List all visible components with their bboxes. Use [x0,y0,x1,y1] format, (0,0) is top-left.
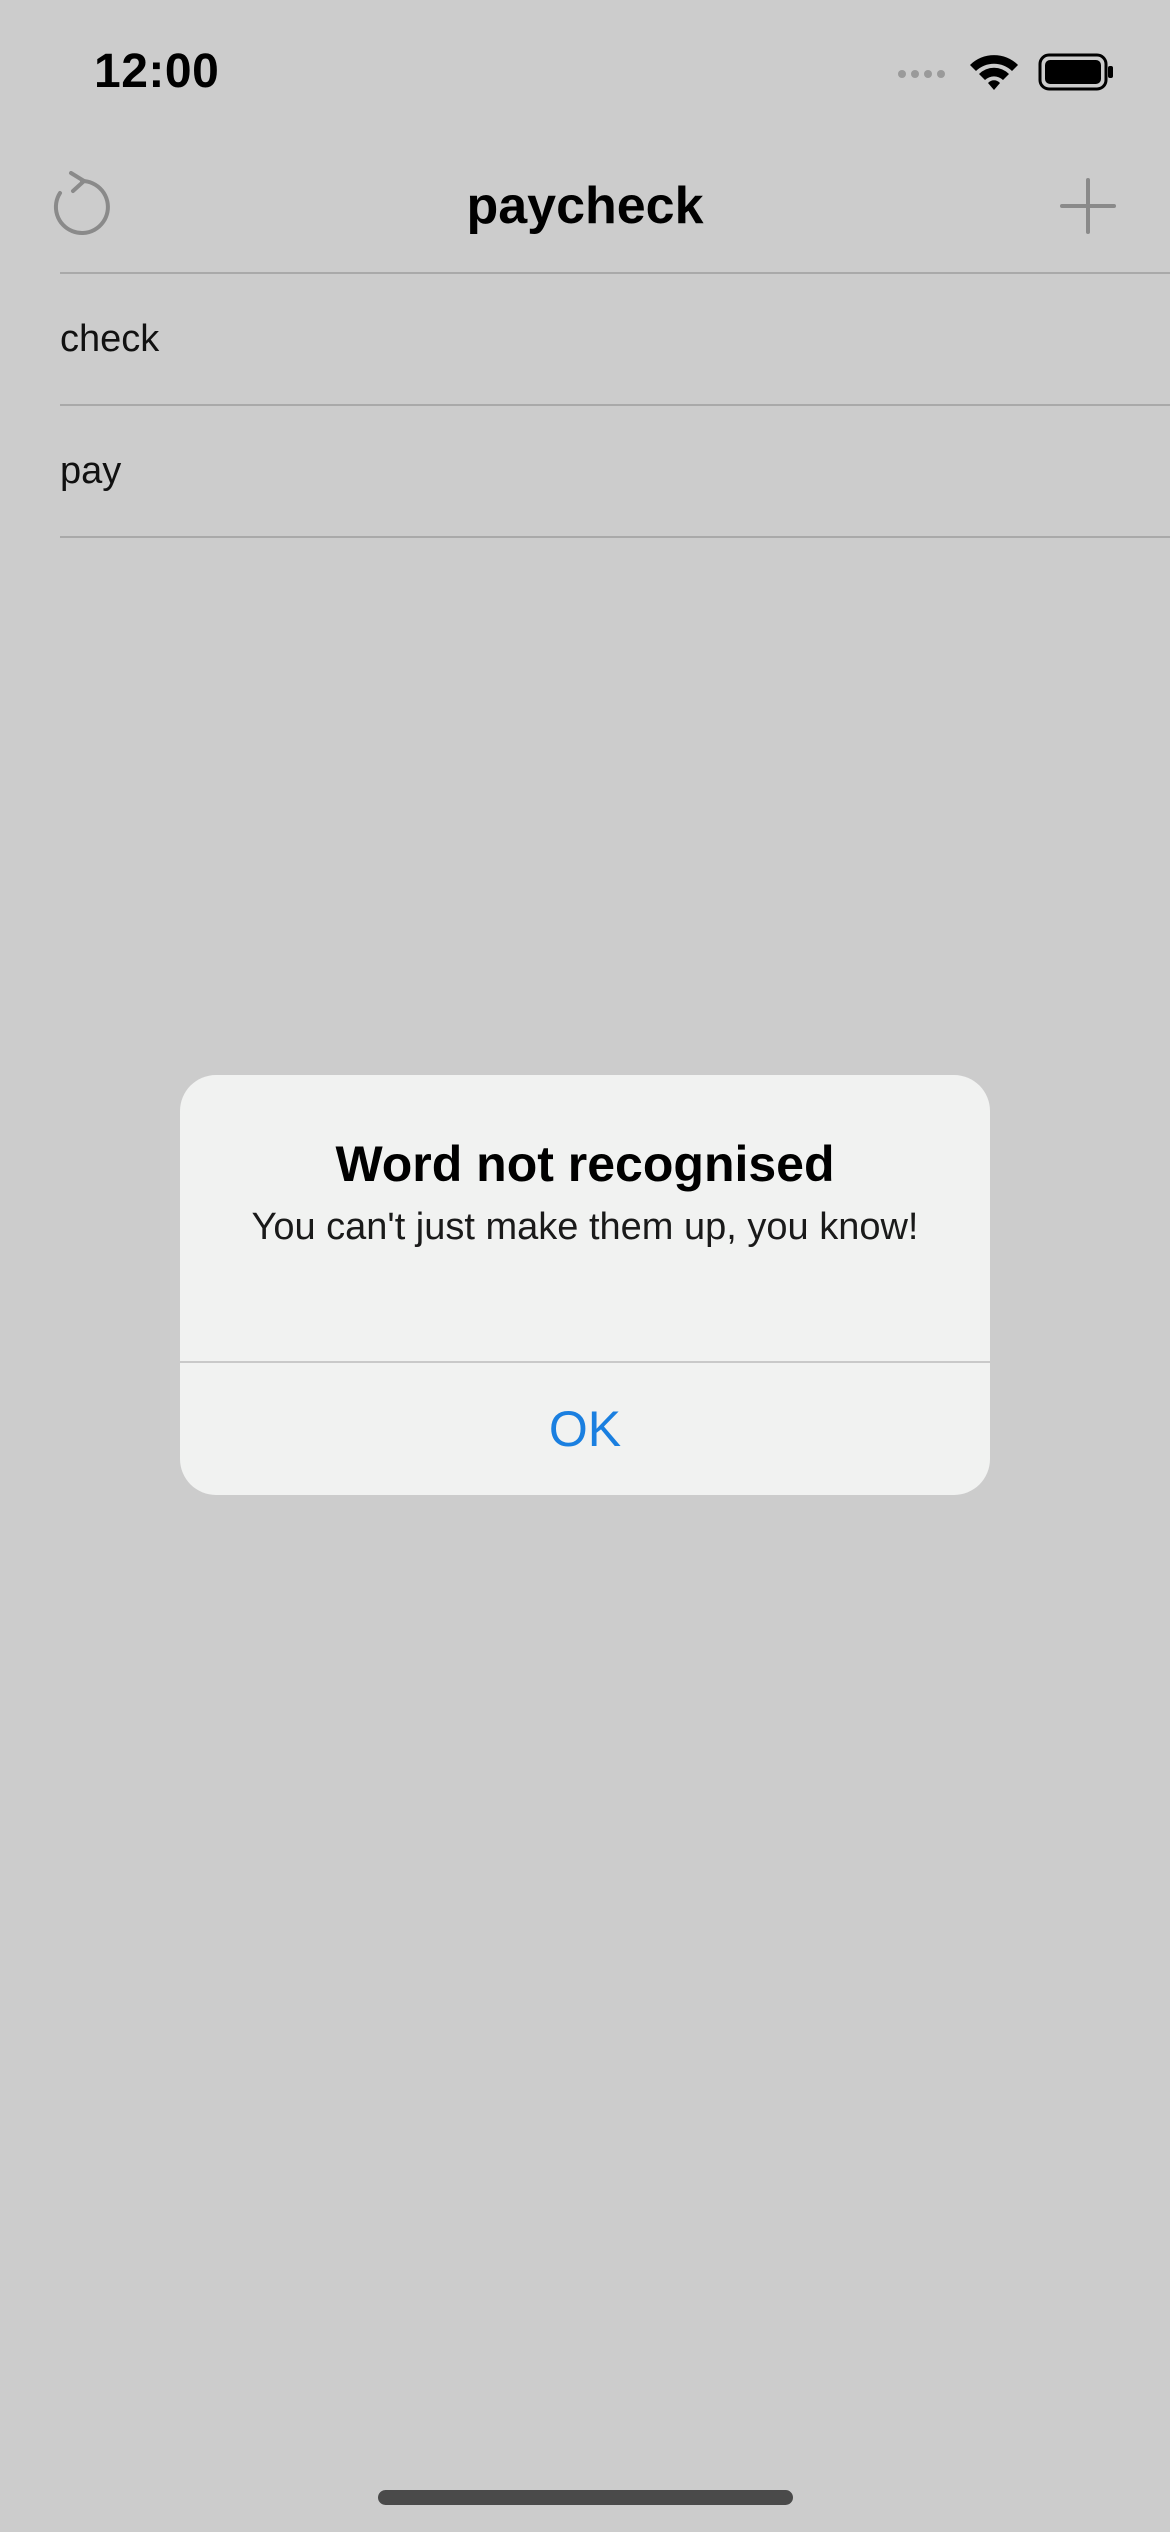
signal-icon [896,65,950,84]
battery-icon [1038,53,1114,96]
status-icons [896,52,1114,96]
home-indicator[interactable] [378,2490,793,2505]
word-list: check pay [0,274,1170,538]
navigation-bar: paycheck [0,140,1170,273]
status-bar: 12:00 [0,0,1170,140]
status-time: 12:00 [94,45,220,98]
ok-button[interactable]: OK [180,1363,990,1495]
alert-dialog: Word not recognised You can't just make … [180,1075,990,1495]
list-item[interactable]: check [60,274,1170,406]
list-item[interactable]: pay [60,406,1170,538]
page-title: paycheck [466,177,704,235]
alert-message: You can't just make them up, you know! [251,1206,919,1248]
word-label: pay [60,449,122,492]
wifi-icon [968,52,1020,97]
add-word-button[interactable] [1048,168,1128,248]
plus-icon [1059,177,1117,240]
word-label: check [60,317,160,360]
alert-title: Word not recognised [335,1136,835,1192]
